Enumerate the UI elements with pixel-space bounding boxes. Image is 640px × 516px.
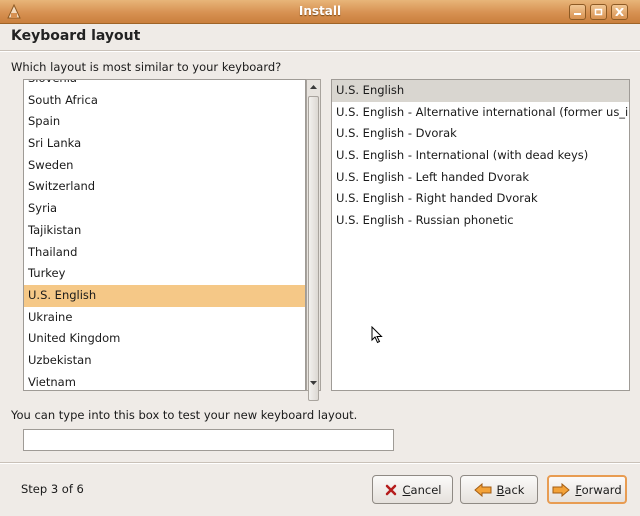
list-item[interactable]: United Kingdom	[24, 328, 305, 350]
back-button[interactable]: Back	[460, 475, 538, 504]
footer-divider	[0, 462, 640, 464]
list-item[interactable]: U.S. English - Russian phonetic	[332, 210, 629, 232]
keyboard-test-input[interactable]	[23, 429, 394, 451]
close-button[interactable]	[611, 4, 628, 20]
forward-button[interactable]: Forward	[547, 475, 627, 504]
cancel-x-icon	[385, 484, 396, 495]
page-header: Keyboard layout	[0, 24, 640, 50]
maximize-icon	[594, 8, 603, 16]
arrow-right-icon	[552, 482, 571, 497]
cancel-label: Cancel	[402, 482, 442, 497]
variant-list-items: U.S. English U.S. English - Alternative i…	[332, 80, 629, 232]
list-item[interactable]: South Africa	[24, 90, 305, 112]
list-item[interactable]: Switzerland	[24, 176, 305, 198]
list-item[interactable]: Syria	[24, 198, 305, 220]
window-title: Install	[298, 4, 342, 18]
list-item[interactable]: U.S. English	[332, 80, 629, 102]
list-item[interactable]: Sweden	[24, 155, 305, 177]
test-box-hint: You can type into this box to test your …	[11, 408, 358, 422]
list-item[interactable]: Uzbekistan	[24, 350, 305, 372]
close-icon	[615, 8, 624, 16]
back-label: Back	[496, 482, 525, 497]
cancel-button[interactable]: Cancel	[372, 475, 453, 504]
keyboard-variant-list[interactable]: U.S. English U.S. English - Alternative i…	[331, 79, 630, 391]
mouse-pointer-icon	[371, 326, 383, 344]
list-item[interactable]: U.S. English - Left handed Dvorak	[332, 167, 629, 189]
country-list-items: Slovenia South AfricaSpainSri LankaSwede…	[24, 80, 305, 390]
minimize-button[interactable]	[569, 4, 586, 20]
country-list-scrollbar[interactable]	[306, 79, 321, 401]
scroll-down-arrow-icon[interactable]	[308, 377, 319, 389]
list-item[interactable]: Vietnam	[24, 372, 305, 390]
list-item[interactable]: Turkey	[24, 263, 305, 285]
list-item[interactable]: U.S. English - Right handed Dvorak	[332, 188, 629, 210]
layout-question-label: Which layout is most similar to your key…	[11, 60, 282, 74]
list-item[interactable]: U.S. English - Alternative international…	[332, 102, 629, 124]
page-title: Keyboard layout	[11, 28, 141, 44]
list-item[interactable]: Slovenia	[24, 80, 305, 90]
arrow-left-icon	[473, 482, 492, 497]
country-layout-list[interactable]: Slovenia South AfricaSpainSri LankaSwede…	[23, 79, 306, 391]
step-indicator: Step 3 of 6	[21, 482, 84, 496]
scroll-up-arrow-icon[interactable]	[308, 81, 319, 93]
list-item[interactable]: U.S. English - Dvorak	[332, 123, 629, 145]
list-item[interactable]: Ukraine	[24, 307, 305, 329]
list-item[interactable]: Sri Lanka	[24, 133, 305, 155]
list-item[interactable]: U.S. English	[24, 284, 305, 307]
list-item[interactable]: Thailand	[24, 242, 305, 264]
maximize-button[interactable]	[590, 4, 607, 20]
forward-label: Forward	[575, 482, 622, 497]
list-item[interactable]: U.S. English - International (with dead …	[332, 145, 629, 167]
list-item[interactable]: Spain	[24, 111, 305, 133]
scrollbar-thumb[interactable]	[308, 96, 319, 401]
minimize-icon	[574, 13, 581, 15]
header-divider	[0, 50, 640, 52]
list-item[interactable]: Tajikistan	[24, 220, 305, 242]
title-bar: Install	[0, 0, 640, 24]
